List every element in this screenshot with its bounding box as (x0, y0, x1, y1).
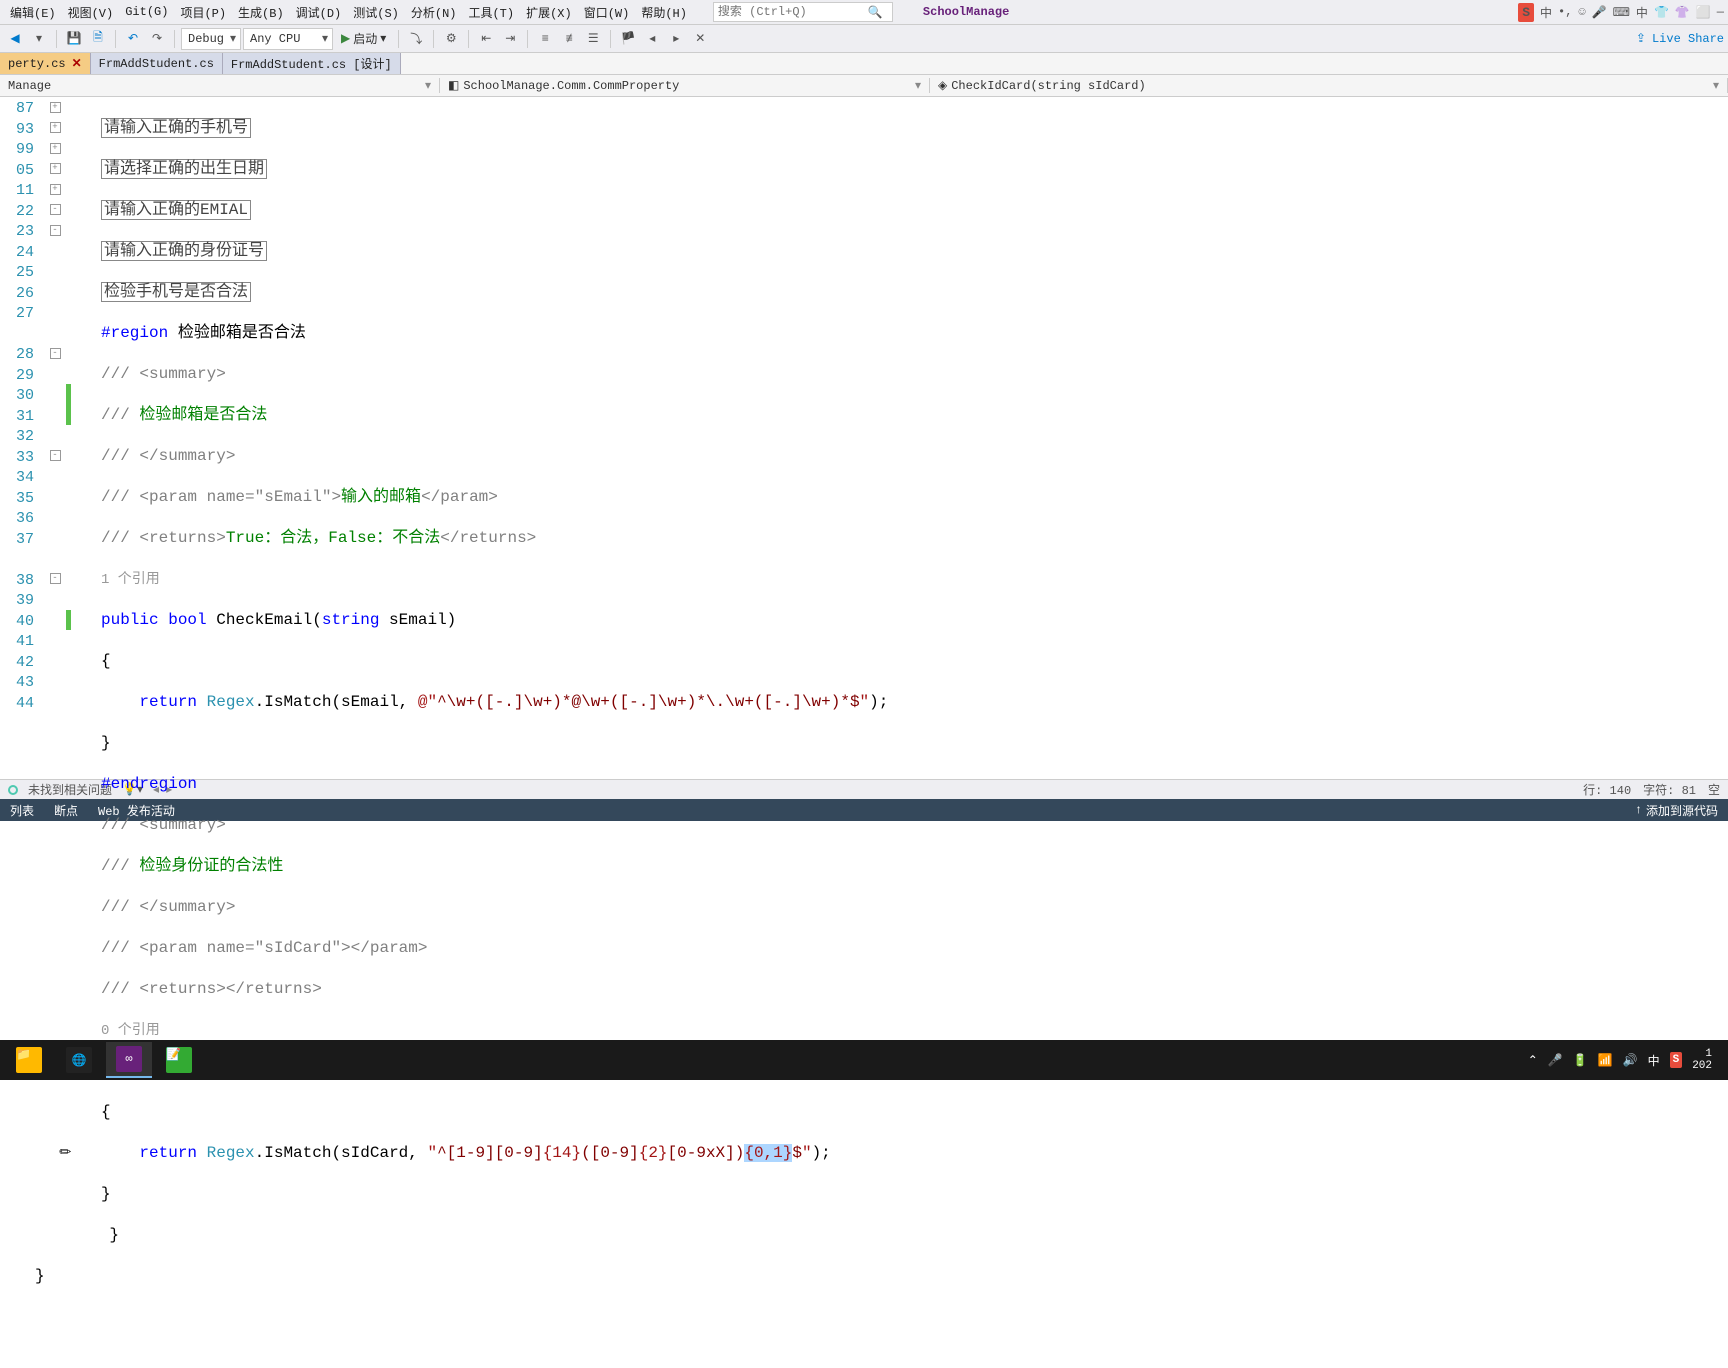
config-dropdown[interactable]: Debug (181, 28, 241, 50)
search-icon: 🔍 (868, 5, 883, 20)
fold-column[interactable]: +++++----- (44, 97, 66, 779)
sogou-icon[interactable]: S (1518, 3, 1534, 22)
tab-label: FrmAddStudent.cs (99, 57, 214, 71)
menu-window[interactable]: 窗口(W) (578, 1, 636, 24)
document-tabs: perty.cs ✕ FrmAddStudent.cs FrmAddStuden… (0, 53, 1728, 75)
task-browser[interactable]: 🌐 (56, 1042, 102, 1078)
start-button[interactable]: ▶启动 ▾ (335, 30, 392, 47)
menu-view[interactable]: 视图(V) (62, 1, 120, 24)
menu-bar: 编辑(E) 视图(V) Git(G) 项目(P) 生成(B) 调试(D) 测试(… (0, 0, 1728, 25)
menu-tools[interactable]: 工具(T) (462, 1, 520, 24)
search-input[interactable] (718, 5, 868, 19)
redo-button[interactable]: ↷ (146, 28, 168, 50)
separator (398, 30, 399, 48)
menu-build[interactable]: 生成(B) (232, 1, 290, 24)
undo-button[interactable]: ↶ (122, 28, 144, 50)
separator (56, 30, 57, 48)
menu-test[interactable]: 测试(S) (347, 1, 405, 24)
ime-bar: S 中 •, ☺ 🎤 ⌨ 中 👕 👚 ⬜ — (1518, 3, 1724, 22)
separator (174, 30, 175, 48)
process-button[interactable]: ⚙ (440, 28, 462, 50)
doc-tab-frmaddstudent[interactable]: FrmAddStudent.cs (91, 53, 223, 74)
comment-button[interactable]: ≡ (534, 28, 556, 50)
ime-lang[interactable]: 中 (1540, 4, 1552, 21)
issues-text[interactable]: 未找到相关问题 (28, 781, 112, 798)
separator (433, 30, 434, 48)
doc-tab-frmaddstudent-design[interactable]: FrmAddStudent.cs [设计] (223, 53, 401, 74)
liveshare-icon: ⇪ (1636, 31, 1646, 46)
uncomment-button[interactable]: ≢ (558, 28, 580, 50)
status-ok-icon (8, 785, 18, 795)
ime-emoji[interactable]: ☺ (1578, 5, 1585, 19)
menu-debug[interactable]: 调试(D) (290, 1, 348, 24)
navigation-bar: Manage ◧SchoolManage.Comm.CommProperty ◈… (0, 75, 1728, 97)
platform-dropdown[interactable]: Any CPU (243, 28, 333, 50)
separator (610, 30, 611, 48)
system-tray: ⌃ 🎤 🔋 📶 🔊 中 S 1202 (1528, 1048, 1722, 1072)
toolbar: ◀ ▾ 💾 🗎 ↶ ↷ Debug Any CPU ▶启动 ▾ ⤵ ⚙ ⇤ ⇥ … (0, 25, 1728, 53)
code-editor[interactable]: 8793990511222324252627282930313233343536… (0, 97, 1728, 779)
bookmark-button[interactable]: 🏴 (617, 28, 639, 50)
indent-inc-button[interactable]: ⇥ (499, 28, 521, 50)
menu-analyze[interactable]: 分析(N) (405, 1, 463, 24)
btab-breakpoints[interactable]: 断点 (44, 799, 88, 821)
tab-label: FrmAddStudent.cs [设计] (231, 55, 392, 72)
line-number-gutter: 8793990511222324252627282930313233343536… (0, 97, 44, 779)
menu-project[interactable]: 项目(P) (174, 1, 232, 24)
saveall-button[interactable]: 🗎 (87, 28, 109, 50)
search-box[interactable]: 🔍 (713, 2, 893, 22)
class-icon: ◧ (448, 78, 459, 93)
skin2-icon[interactable]: 👚 (1675, 5, 1690, 20)
mic-tray-icon[interactable]: 🎤 (1548, 1053, 1563, 1068)
method-icon: ◈ (938, 78, 947, 93)
bm-clear-button[interactable]: ✕ (689, 28, 711, 50)
task-notepad[interactable]: 📝 (156, 1042, 202, 1078)
btab-errors[interactable]: 列表 (0, 799, 44, 821)
task-explorer[interactable]: 📁 (6, 1042, 52, 1078)
separator (527, 30, 528, 48)
liveshare-button[interactable]: ⇪ Live Share (1636, 31, 1724, 46)
code-area[interactable]: 请输入正确的手机号 请选择正确的出生日期 请输入正确的EMIAL 请输入正确的身… (71, 97, 1728, 779)
step-over-button[interactable]: ⤵ (405, 28, 427, 50)
ime-tray[interactable]: 中 (1648, 1052, 1660, 1069)
project-dropdown[interactable]: Manage (0, 78, 440, 93)
toolbox-icon[interactable]: ⬜ (1696, 5, 1711, 20)
format-button[interactable]: ☰ (582, 28, 604, 50)
battery-icon[interactable]: 🔋 (1573, 1053, 1588, 1068)
windows-taskbar: 📁 🌐 ∞ 📝 ⌃ 🎤 🔋 📶 🔊 中 S 1202 (0, 1040, 1728, 1080)
tab-label: perty.cs (8, 57, 66, 71)
indent-dec-button[interactable]: ⇤ (475, 28, 497, 50)
minimize-icon[interactable]: — (1717, 5, 1724, 19)
keyboard-icon[interactable]: ⌨ (1613, 5, 1630, 20)
volume-icon[interactable]: 🔊 (1623, 1053, 1638, 1068)
doc-tab-perty[interactable]: perty.cs ✕ (0, 53, 91, 74)
bm-prev-button[interactable]: ◂ (641, 28, 663, 50)
chevron-up-icon[interactable]: ⌃ (1528, 1053, 1538, 1068)
member-dropdown[interactable]: ◈CheckIdCard(string sIdCard) (930, 78, 1728, 93)
close-icon[interactable]: ✕ (72, 56, 82, 71)
separator (468, 30, 469, 48)
separator (115, 30, 116, 48)
wifi-icon[interactable]: 📶 (1598, 1053, 1613, 1068)
menu-git[interactable]: Git(G) (119, 2, 174, 22)
clock[interactable]: 1202 (1692, 1048, 1712, 1072)
menu-help[interactable]: 帮助(H) (635, 1, 693, 24)
app-name: SchoolManage (923, 5, 1009, 19)
eyedropper-icon: ✎ (55, 1141, 78, 1164)
nav-fwd-button[interactable]: ▾ (28, 28, 50, 50)
ime-mode[interactable]: 中 (1636, 4, 1648, 21)
save-button[interactable]: 💾 (63, 28, 85, 50)
class-dropdown[interactable]: ◧SchoolManage.Comm.CommProperty (440, 78, 930, 93)
bm-next-button[interactable]: ▸ (665, 28, 687, 50)
menu-extensions[interactable]: 扩展(X) (520, 1, 578, 24)
task-vs[interactable]: ∞ (106, 1042, 152, 1078)
skin-icon[interactable]: 👕 (1654, 5, 1669, 20)
sogou-tray-icon[interactable]: S (1670, 1052, 1683, 1068)
menu-edit[interactable]: 编辑(E) (4, 1, 62, 24)
mic-icon[interactable]: 🎤 (1592, 5, 1607, 20)
ime-punct[interactable]: •, (1558, 5, 1572, 19)
nav-back-button[interactable]: ◀ (4, 28, 26, 50)
